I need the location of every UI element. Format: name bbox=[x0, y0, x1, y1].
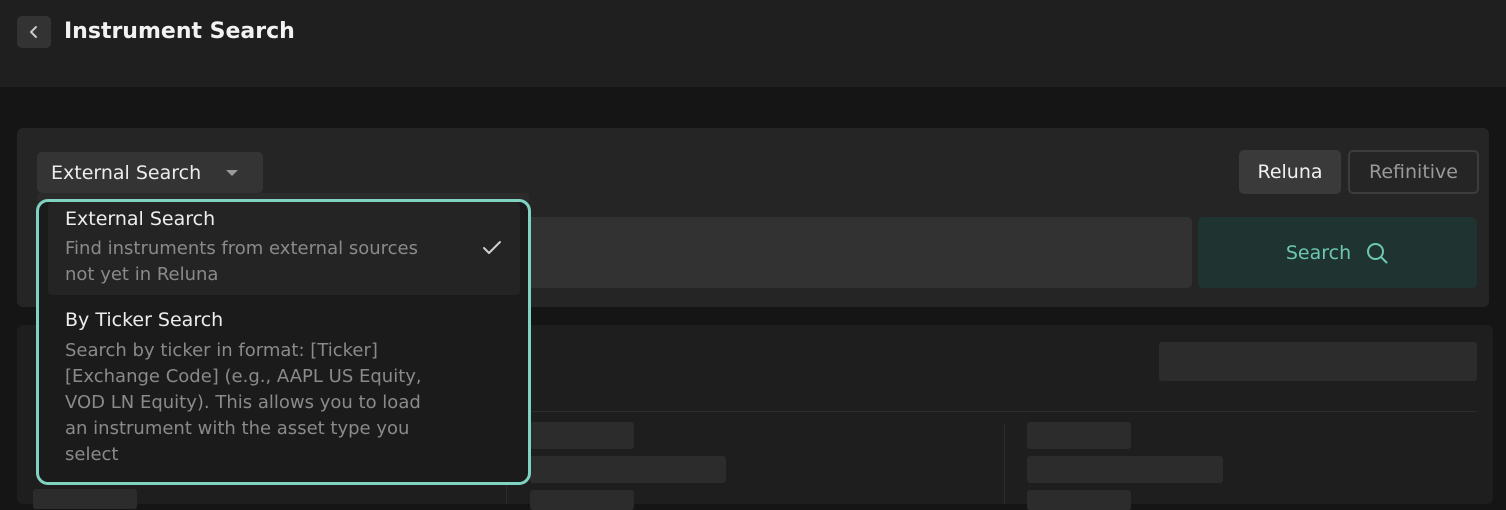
source-button-reluna[interactable]: Reluna bbox=[1239, 150, 1341, 194]
option-title: External Search bbox=[65, 208, 216, 230]
page-header: Instrument Search bbox=[0, 0, 1506, 87]
source-button-refinitive[interactable]: Refinitive bbox=[1348, 150, 1479, 194]
option-description: Search by ticker in format: [Ticker] [Ex… bbox=[65, 340, 422, 465]
skeleton-block bbox=[33, 489, 137, 509]
skeleton-block bbox=[530, 422, 634, 449]
dropdown-option-external-search[interactable]: External Search Find instruments from ex… bbox=[48, 202, 520, 295]
divider bbox=[1004, 424, 1005, 504]
page-title: Instrument Search bbox=[64, 19, 295, 44]
search-icon bbox=[1367, 242, 1388, 263]
caret-down-icon bbox=[226, 170, 238, 176]
skeleton-block bbox=[530, 490, 634, 510]
option-description: Find instruments from external sources n… bbox=[65, 238, 418, 285]
skeleton-block bbox=[1027, 490, 1131, 510]
dropdown-option-by-ticker-search[interactable]: By Ticker Search Search by ticker in for… bbox=[48, 302, 520, 482]
chevron-left-icon bbox=[30, 26, 37, 38]
search-button[interactable]: Search bbox=[1198, 217, 1477, 288]
skeleton-block bbox=[530, 456, 726, 483]
skeleton-block bbox=[1159, 342, 1477, 381]
skeleton-block bbox=[1027, 456, 1223, 483]
search-mode-dropdown: External Search Find instruments from ex… bbox=[36, 199, 531, 485]
search-mode-select[interactable]: External Search bbox=[37, 152, 263, 193]
skeleton-block bbox=[1027, 422, 1131, 449]
search-button-label: Search bbox=[1285, 241, 1352, 264]
back-button[interactable] bbox=[17, 16, 51, 48]
check-icon bbox=[483, 241, 501, 254]
option-title: By Ticker Search bbox=[65, 309, 224, 331]
search-mode-value: External Search bbox=[51, 161, 202, 184]
